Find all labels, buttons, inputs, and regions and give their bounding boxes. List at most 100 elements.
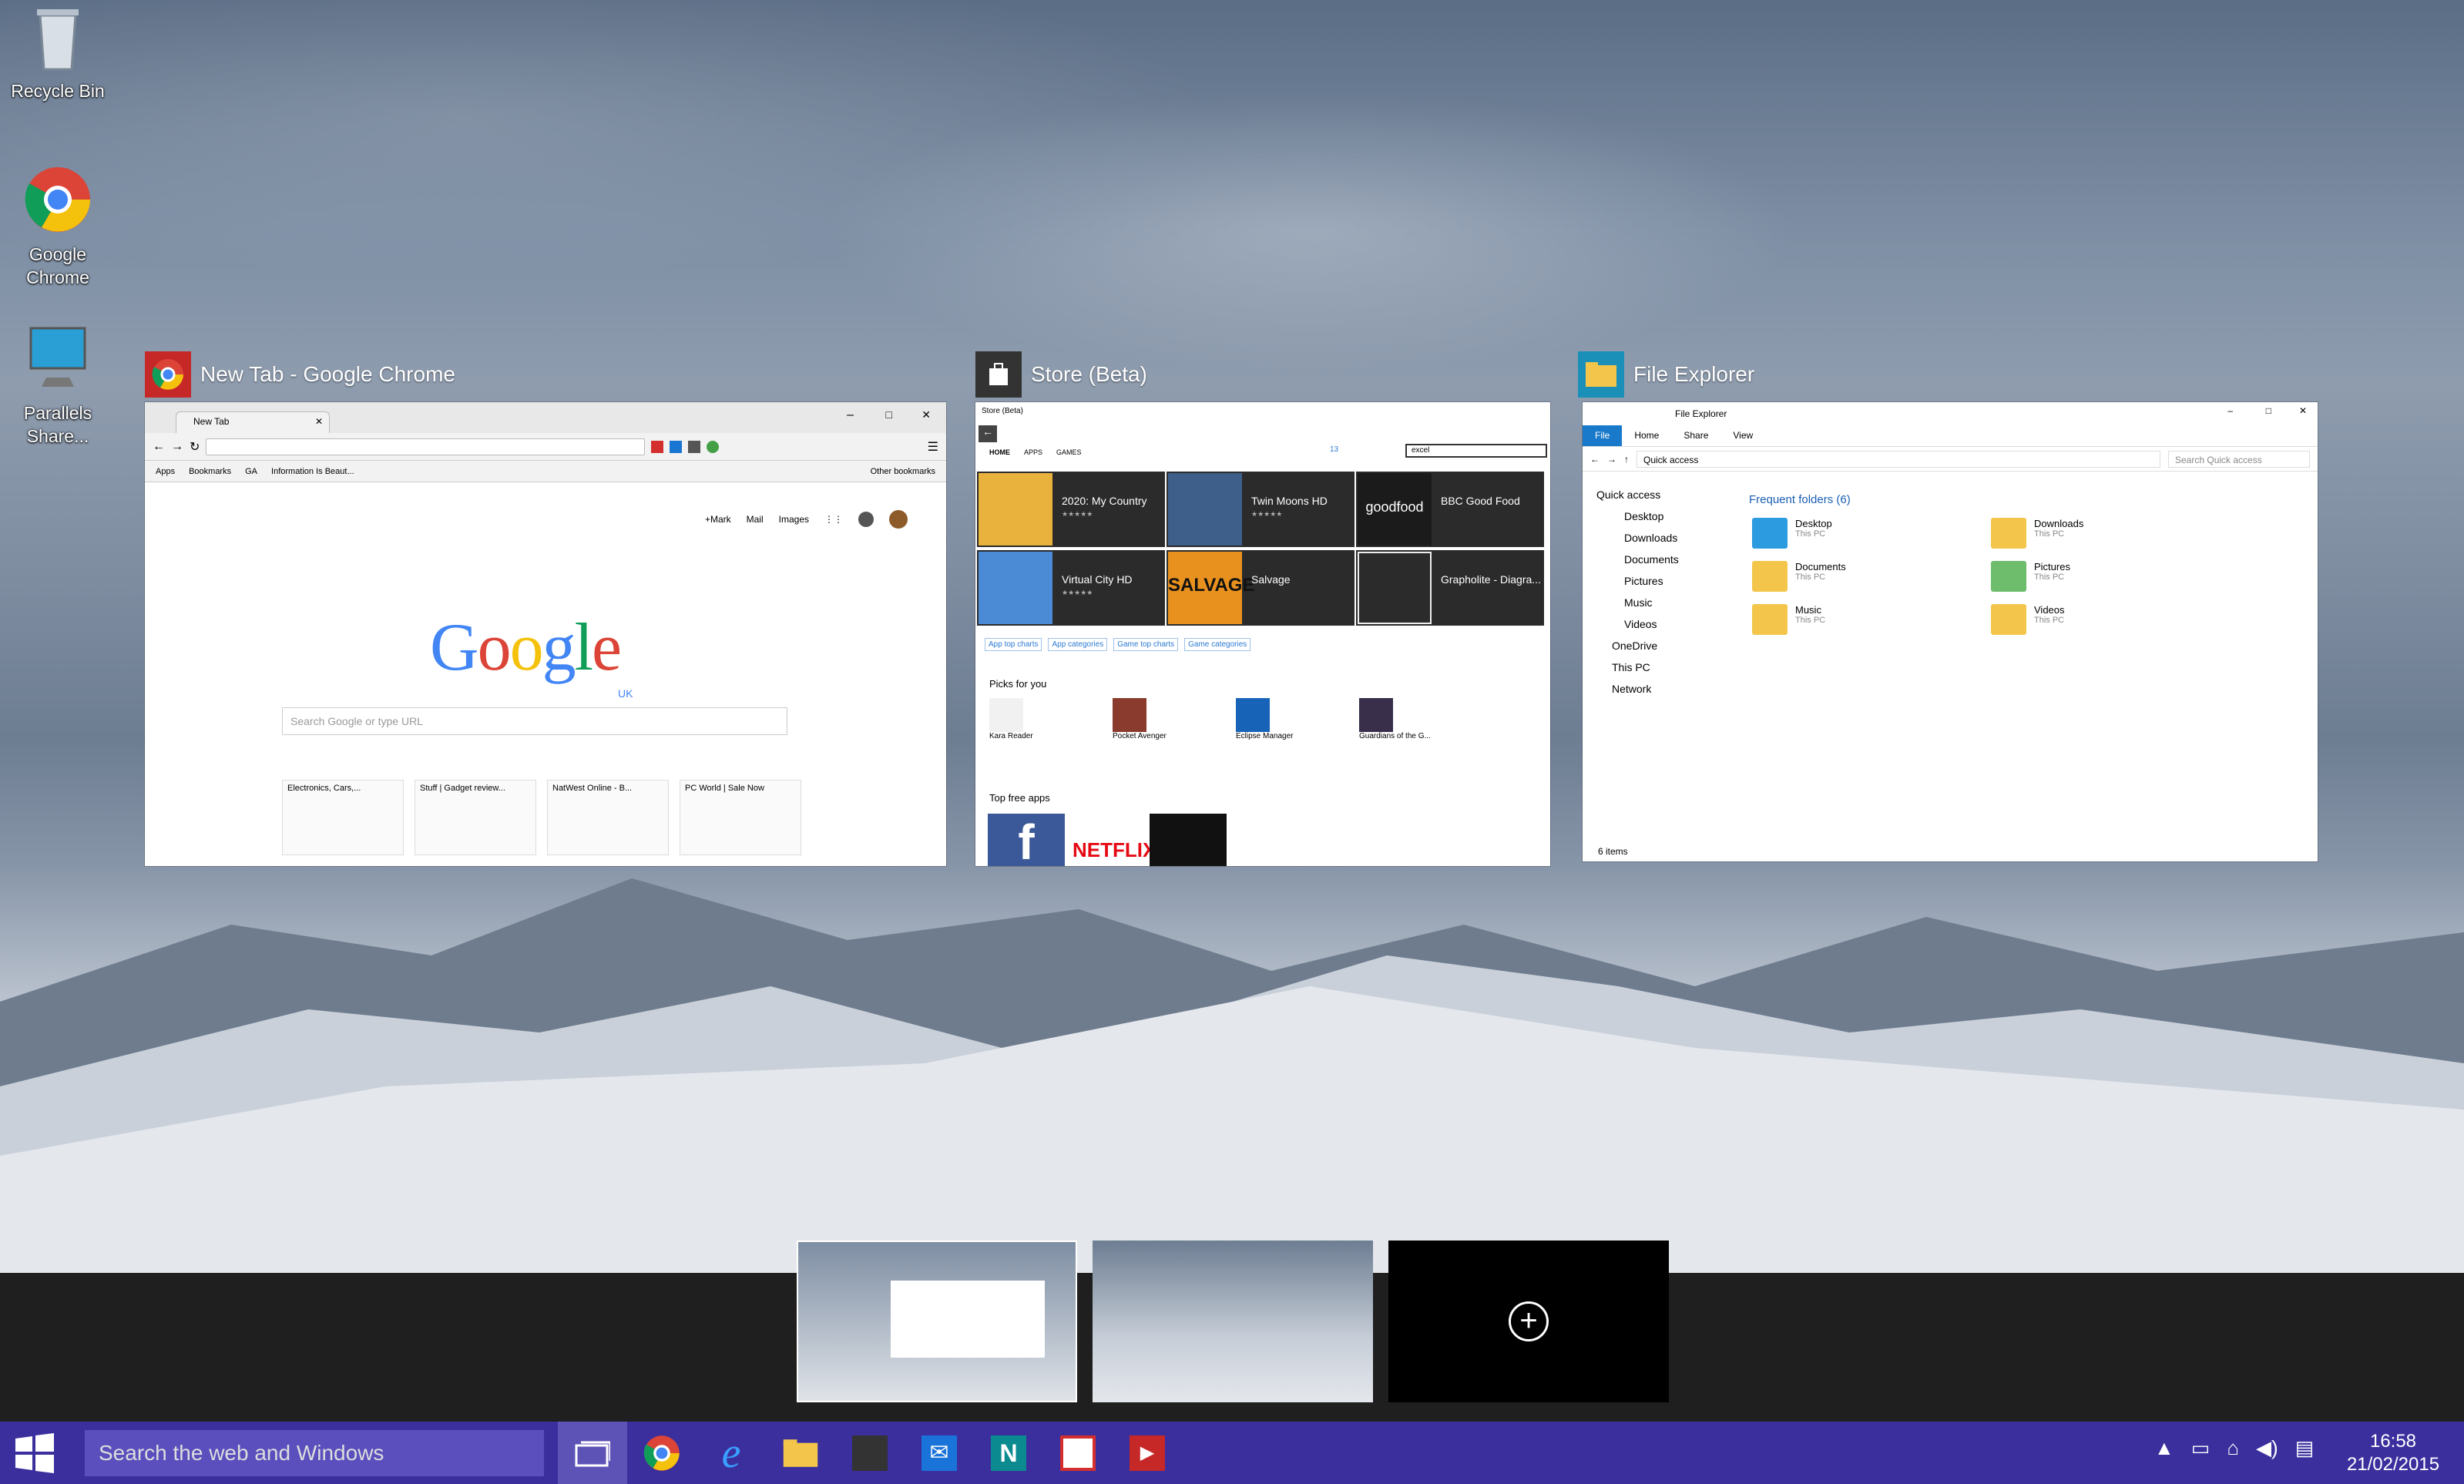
nav-videos[interactable]: Videos	[1596, 613, 1727, 635]
bookmark-item[interactable]: Bookmarks	[189, 467, 231, 476]
folder-item[interactable]: Videos This PC	[1991, 604, 2230, 635]
nav-documents[interactable]: Documents	[1596, 549, 1727, 570]
frequent-folders-heading[interactable]: Frequent folders (6)	[1749, 493, 1851, 506]
extension-icon[interactable]	[651, 440, 664, 453]
avatar[interactable]	[889, 510, 908, 529]
store-app-tile[interactable]: Twin Moons HD ★★★★★	[1167, 472, 1355, 547]
chrome-window-title[interactable]: New Tab - Google Chrome	[145, 351, 455, 398]
desktop-2-thumbnail[interactable]	[1093, 1241, 1373, 1402]
nav-quick-access[interactable]: Quick access	[1596, 484, 1727, 505]
omnibox[interactable]	[206, 438, 646, 455]
netflix-app-label[interactable]: NETFLIX	[1073, 838, 1156, 862]
pick-item[interactable]: Pocket Avenger	[1113, 698, 1205, 740]
store-search-input[interactable]: excel	[1405, 444, 1547, 458]
store-link[interactable]: Game categories	[1184, 638, 1251, 651]
ribbon-tab-view[interactable]: View	[1720, 425, 1765, 446]
nav-home[interactable]: HOME	[989, 448, 1010, 456]
chrome-tab[interactable]: New Tab ✕	[176, 411, 330, 433]
taskbar-search-box[interactable]: Search the web and Windows	[85, 1430, 544, 1476]
google-plus-link[interactable]: +Mark	[705, 514, 731, 525]
extension-icon[interactable]	[670, 440, 683, 453]
explorer-search-input[interactable]: Search Quick access	[2168, 450, 2310, 468]
ribbon-tab-share[interactable]: Share	[1671, 425, 1720, 446]
explorer-window-title[interactable]: File Explorer	[1578, 351, 1754, 398]
store-window-title[interactable]: Store (Beta)	[975, 351, 1147, 398]
volume-icon[interactable]: ◀)	[2256, 1436, 2278, 1460]
chrome-window-thumbnail[interactable]: New Tab ✕ – □ ✕ ← → ↻ ☰ Apps Bookmarks GA I…	[145, 402, 946, 866]
clock[interactable]: 16:58 21/02/2015	[2339, 1430, 2447, 1476]
store-link[interactable]: App categories	[1048, 638, 1108, 651]
reload-icon[interactable]: ↻	[190, 439, 200, 455]
back-icon[interactable]: ←	[1590, 454, 1600, 465]
maximize-icon[interactable]: □	[886, 408, 892, 421]
network-icon[interactable]: ⌂	[2227, 1436, 2239, 1460]
pick-item[interactable]: Eclipse Manager	[1236, 698, 1328, 740]
most-visited-tile[interactable]: PC World | Sale Now	[680, 780, 801, 855]
action-center-icon[interactable]: ▤	[2295, 1436, 2315, 1460]
maximize-icon[interactable]: □	[2266, 405, 2271, 416]
desktop-icon-recycle-bin[interactable]: Recycle Bin	[0, 5, 116, 102]
taskbar-ie[interactable]: e	[697, 1422, 766, 1484]
taskbar-video[interactable]: ▶	[1113, 1422, 1182, 1484]
nav-onedrive[interactable]: OneDrive	[1596, 635, 1727, 656]
back-icon[interactable]: ←	[979, 425, 997, 442]
store-app-tile[interactable]: 2020: My Country ★★★★★	[977, 472, 1165, 547]
bookmark-item[interactable]: Apps	[156, 467, 175, 476]
folder-item[interactable]: Downloads This PC	[1991, 518, 2230, 549]
taskbar-explorer[interactable]	[766, 1422, 835, 1484]
chrome-menu-icon[interactable]: ☰	[928, 439, 938, 455]
most-visited-tile[interactable]: NatWest Online - B...	[547, 780, 669, 855]
taskbar-mail[interactable]: ✉	[905, 1422, 974, 1484]
facebook-app-icon[interactable]: f	[988, 814, 1065, 866]
nav-apps[interactable]: APPS	[1024, 448, 1042, 456]
taskbar-nextgen[interactable]: N	[974, 1422, 1043, 1484]
tray-overflow-icon[interactable]: ▲	[2154, 1436, 2174, 1460]
store-link[interactable]: Game top charts	[1113, 638, 1179, 651]
folder-item[interactable]: Music This PC	[1752, 604, 1991, 635]
start-button[interactable]	[0, 1422, 69, 1484]
nav-music[interactable]: Music	[1596, 592, 1727, 613]
taskbar-store[interactable]	[835, 1422, 905, 1484]
nav-desktop[interactable]: Desktop	[1596, 505, 1727, 527]
extension-icon[interactable]	[688, 440, 701, 453]
minimize-icon[interactable]: –	[847, 408, 854, 422]
desktop-icon-chrome[interactable]: Google Chrome	[0, 165, 116, 289]
tab-close-icon[interactable]: ✕	[315, 416, 323, 427]
most-visited-tile[interactable]: Stuff | Gadget review...	[415, 780, 536, 855]
taskbar-todo[interactable]	[1043, 1422, 1113, 1484]
new-desktop-button[interactable]: +	[1388, 1241, 1669, 1402]
store-window-thumbnail[interactable]: Store (Beta) ← HOME APPS GAMES 13 excel …	[975, 402, 1550, 866]
ribbon-tab-file[interactable]: File	[1583, 425, 1623, 446]
nav-pictures[interactable]: Pictures	[1596, 570, 1727, 592]
downloads-count[interactable]: 13	[1330, 445, 1338, 454]
store-app-tile[interactable]: Grapholite - Diagra...	[1356, 550, 1544, 626]
up-icon[interactable]: ↑	[1624, 454, 1629, 465]
desktop-1-thumbnail[interactable]	[797, 1241, 1077, 1402]
bookmark-item[interactable]: Information Is Beaut...	[271, 467, 354, 476]
desktop-icon-parallels[interactable]: Parallels Share...	[0, 324, 116, 448]
close-icon[interactable]: ✕	[2299, 405, 2307, 416]
taskbar-chrome[interactable]	[627, 1422, 697, 1484]
explorer-window-thumbnail[interactable]: File Explorer – □ ✕ File Home Share View…	[1583, 402, 2318, 861]
folder-item[interactable]: Documents This PC	[1752, 561, 1991, 592]
pick-item[interactable]: Guardians of the G...	[1359, 698, 1452, 740]
notifications-icon[interactable]	[858, 512, 874, 527]
app-thumbnail[interactable]	[1150, 814, 1227, 866]
power-icon[interactable]: ▭	[2191, 1436, 2211, 1460]
other-bookmarks[interactable]: Other bookmarks	[871, 467, 935, 476]
forward-icon[interactable]: →	[171, 440, 183, 454]
ribbon-tab-home[interactable]: Home	[1622, 425, 1671, 446]
store-app-tile[interactable]: SALVAGE Salvage	[1167, 550, 1355, 626]
store-app-tile[interactable]: goodfood BBC Good Food	[1356, 472, 1544, 547]
nav-this-pc[interactable]: This PC	[1596, 656, 1727, 678]
folder-item[interactable]: Pictures This PC	[1991, 561, 2230, 592]
google-search-input[interactable]: Search Google or type URL	[282, 707, 787, 735]
pick-item[interactable]: Kara Reader	[989, 698, 1082, 740]
address-bar[interactable]: Quick access	[1637, 450, 2160, 468]
extension-icon[interactable]	[707, 440, 720, 453]
nav-games[interactable]: GAMES	[1056, 448, 1082, 456]
task-view-button[interactable]	[558, 1422, 627, 1484]
forward-icon[interactable]: →	[1607, 454, 1616, 465]
store-app-tile[interactable]: Virtual City HD ★★★★★	[977, 550, 1165, 626]
close-icon[interactable]: ✕	[921, 408, 931, 421]
